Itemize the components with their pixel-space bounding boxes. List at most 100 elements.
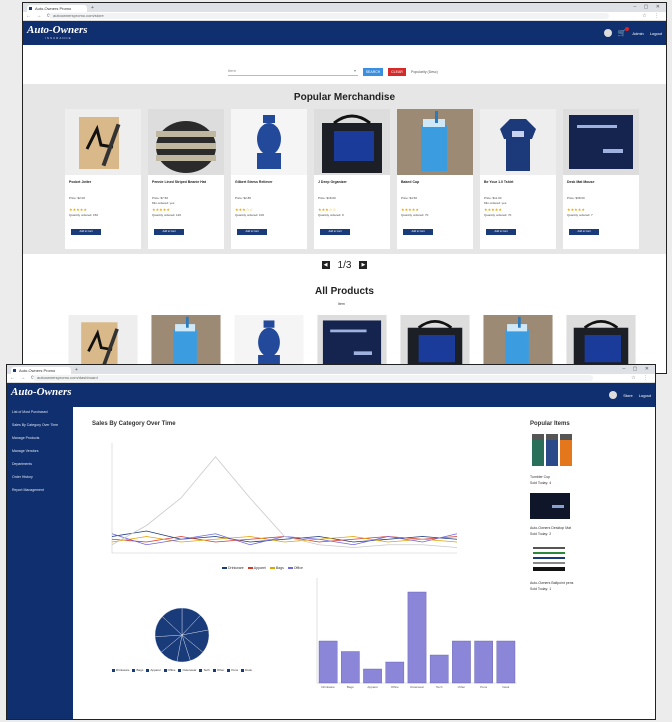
new-tab-icon[interactable]: +	[91, 5, 94, 11]
product-image[interactable]	[148, 109, 224, 175]
popular-item[interactable]: Auto-Owners Desktop Mat Sold Today: 2	[530, 493, 610, 536]
rating-stars: ★★★★★	[567, 207, 585, 212]
sort-select[interactable]: Popularity (Desc)	[411, 70, 438, 74]
sidebar-item[interactable]: Manage Products	[7, 432, 73, 445]
product-cards: Pocket Jotter Price: $2.00 ★★★★★ Quantit…	[65, 109, 639, 249]
pie-legend-entry: Office	[163, 668, 175, 672]
bar-chart: Drinkware Bags Apparel Office Outerwear Tech O…	[316, 578, 517, 689]
product-name[interactable]: J Deep Organizer	[318, 180, 347, 184]
product-card[interactable]: Gilbert Stress Reliever Price: $2.80 ★★★…	[231, 109, 307, 249]
store-link[interactable]: Store	[623, 393, 633, 398]
product-card[interactable]: Baked Cup Price: $4.50 ★★★★★ Quantity or…	[397, 109, 473, 249]
pie-legend-entry: Pens	[227, 668, 238, 672]
clear-button[interactable]: CLEAR	[388, 67, 406, 76]
product-name[interactable]: Be Your 1.0 Tshirt	[484, 180, 513, 184]
url-field[interactable]: autoownerspromo.com/store	[49, 13, 609, 19]
product-name[interactable]: Gilbert Stress Reliever	[235, 180, 273, 184]
product-card[interactable]: Pocket Jotter Price: $2.00 ★★★★★ Quantit…	[65, 109, 141, 249]
product-price: Price: $2.80	[235, 196, 252, 200]
chart-title: Sales By Category Over Time	[92, 421, 176, 427]
sidebar-item[interactable]: List of Most Purchased	[7, 406, 73, 419]
new-tab-icon[interactable]: +	[75, 367, 78, 373]
desk-mat-image	[530, 493, 570, 519]
browser-tab[interactable]: Auto-Owners Promo	[27, 5, 87, 12]
popular-item[interactable]: Tumbler Cup Sold Today: 4	[530, 427, 610, 485]
add-to-cart-button[interactable]: Add to Cart	[154, 229, 184, 235]
legend-entry: Apparel	[247, 566, 266, 570]
add-to-cart-button[interactable]: Add to Cart	[486, 229, 516, 235]
product-name[interactable]: Pennie Lined Striped Beanie Hat	[152, 180, 206, 184]
tumbler-cups-image	[532, 434, 572, 466]
rating-stars: ★★★★★	[484, 207, 502, 212]
search-button[interactable]: SEARCH	[363, 67, 383, 76]
product-name[interactable]: Pocket Jotter	[69, 180, 91, 184]
product-card[interactable]: Be Your 1.0 Tshirt Price: $11.00 Min ord…	[480, 109, 556, 249]
pager: ◀ 1/3 ▶	[23, 260, 666, 271]
add-to-cart-button[interactable]: Add to Cart	[237, 229, 267, 235]
add-to-cart-button[interactable]: Add to Cart	[71, 229, 101, 235]
sidebar-item[interactable]: Manage Vendors	[7, 445, 73, 458]
product-name[interactable]: Baked Cup	[401, 180, 419, 184]
browser-tabbar: Auto-Owners Promo + – ▢ ✕	[23, 3, 666, 12]
logout-link[interactable]: Logout	[650, 31, 662, 36]
all-products-title: All Products	[315, 286, 374, 297]
pie-legend-entry: Outerwear	[178, 668, 196, 672]
sidebar-item[interactable]: Order History	[7, 471, 73, 484]
logout-link[interactable]: Logout	[639, 393, 651, 398]
avatar[interactable]	[609, 391, 618, 399]
product-image[interactable]	[314, 109, 390, 175]
browser-tab[interactable]: Auto-Owners Promo	[11, 367, 71, 374]
product-name[interactable]: Desk Mat Mouse	[567, 180, 594, 184]
bar-label: Drinkware	[321, 685, 335, 689]
rating-stars: ★★★☆☆	[235, 207, 253, 212]
product-image[interactable]	[231, 109, 307, 175]
prev-page-button[interactable]: ◀	[321, 261, 330, 270]
product-image[interactable]	[65, 109, 141, 175]
sidebar-item[interactable]: Sales By Category Over Time	[7, 419, 73, 432]
product-price: Price: $11.00	[484, 196, 502, 200]
bar-5	[429, 654, 449, 684]
cart-icon[interactable]: 🛒	[618, 27, 630, 37]
bar-label: Outerwear	[410, 685, 424, 689]
product-image[interactable]	[480, 109, 556, 175]
popular-item[interactable]: Auto-Owners Ballpoint pens Sold Today: 1	[530, 544, 610, 591]
filter-chip[interactable]: Item	[335, 302, 348, 306]
popular-item-name: Tumbler Cup	[530, 475, 551, 479]
address-bar: ← → ⟳ autoownerspromo.com/dashboard ☆ ⋮	[7, 374, 655, 383]
page-indicator: 1/3	[337, 260, 352, 271]
product-qty: Quantity ordered: 150	[69, 213, 99, 217]
window-controls[interactable]: – ▢ ✕	[634, 4, 663, 10]
product-image[interactable]	[397, 109, 473, 175]
avatar[interactable]	[603, 29, 612, 37]
add-to-cart-button[interactable]: Add to Cart	[569, 229, 599, 235]
product-stock: Min ordered: yes	[484, 201, 507, 205]
sidebar-item[interactable]: Departments	[7, 458, 73, 471]
product-card[interactable]: Pennie Lined Striped Beanie Hat Price: $…	[148, 109, 224, 249]
admin-link[interactable]: Admin	[632, 31, 643, 36]
product-card[interactable]: J Deep Organizer Price: $18.00 ★★★☆☆ Qua…	[314, 109, 390, 249]
bar-label: Tech	[436, 685, 443, 689]
legend-entry: Bags	[269, 566, 284, 570]
popular-section: Popular Merchandise Pocket Jotter Price:…	[23, 84, 666, 254]
add-to-cart-button[interactable]: Add to Cart	[320, 229, 350, 235]
browser-menu-icon[interactable]: ☆ ⋮	[631, 375, 651, 381]
favicon-icon	[29, 7, 32, 10]
rating-stars: ★★★★★	[401, 207, 419, 212]
logo[interactable]: Auto-Owners	[11, 386, 72, 398]
search-input[interactable]: Item ▾	[228, 67, 358, 76]
rating-stars: ★★★☆☆	[318, 207, 336, 212]
url-field[interactable]: autoownerspromo.com/dashboard	[33, 375, 593, 381]
site-header: Auto-Owners Store Logout	[7, 383, 655, 407]
product-image[interactable]	[563, 109, 639, 175]
add-to-cart-button[interactable]: Add to Cart	[403, 229, 433, 235]
product-price: Price: $38.00	[567, 196, 585, 200]
product-qty: Quantity ordered: 120	[152, 213, 182, 217]
window-controls[interactable]: – ▢ ✕	[623, 366, 652, 372]
product-price: Price: $4.50	[401, 196, 418, 200]
logo[interactable]: Auto-Owners	[27, 24, 88, 36]
pie-legend-entry: Bags	[132, 668, 143, 672]
next-page-button[interactable]: ▶	[359, 261, 368, 270]
browser-menu-icon[interactable]: ☆ ⋮	[642, 13, 662, 19]
sidebar-item[interactable]: Report Management	[7, 484, 73, 497]
product-card[interactable]: Desk Mat Mouse Price: $38.00 ★★★★★ Quant…	[563, 109, 639, 249]
